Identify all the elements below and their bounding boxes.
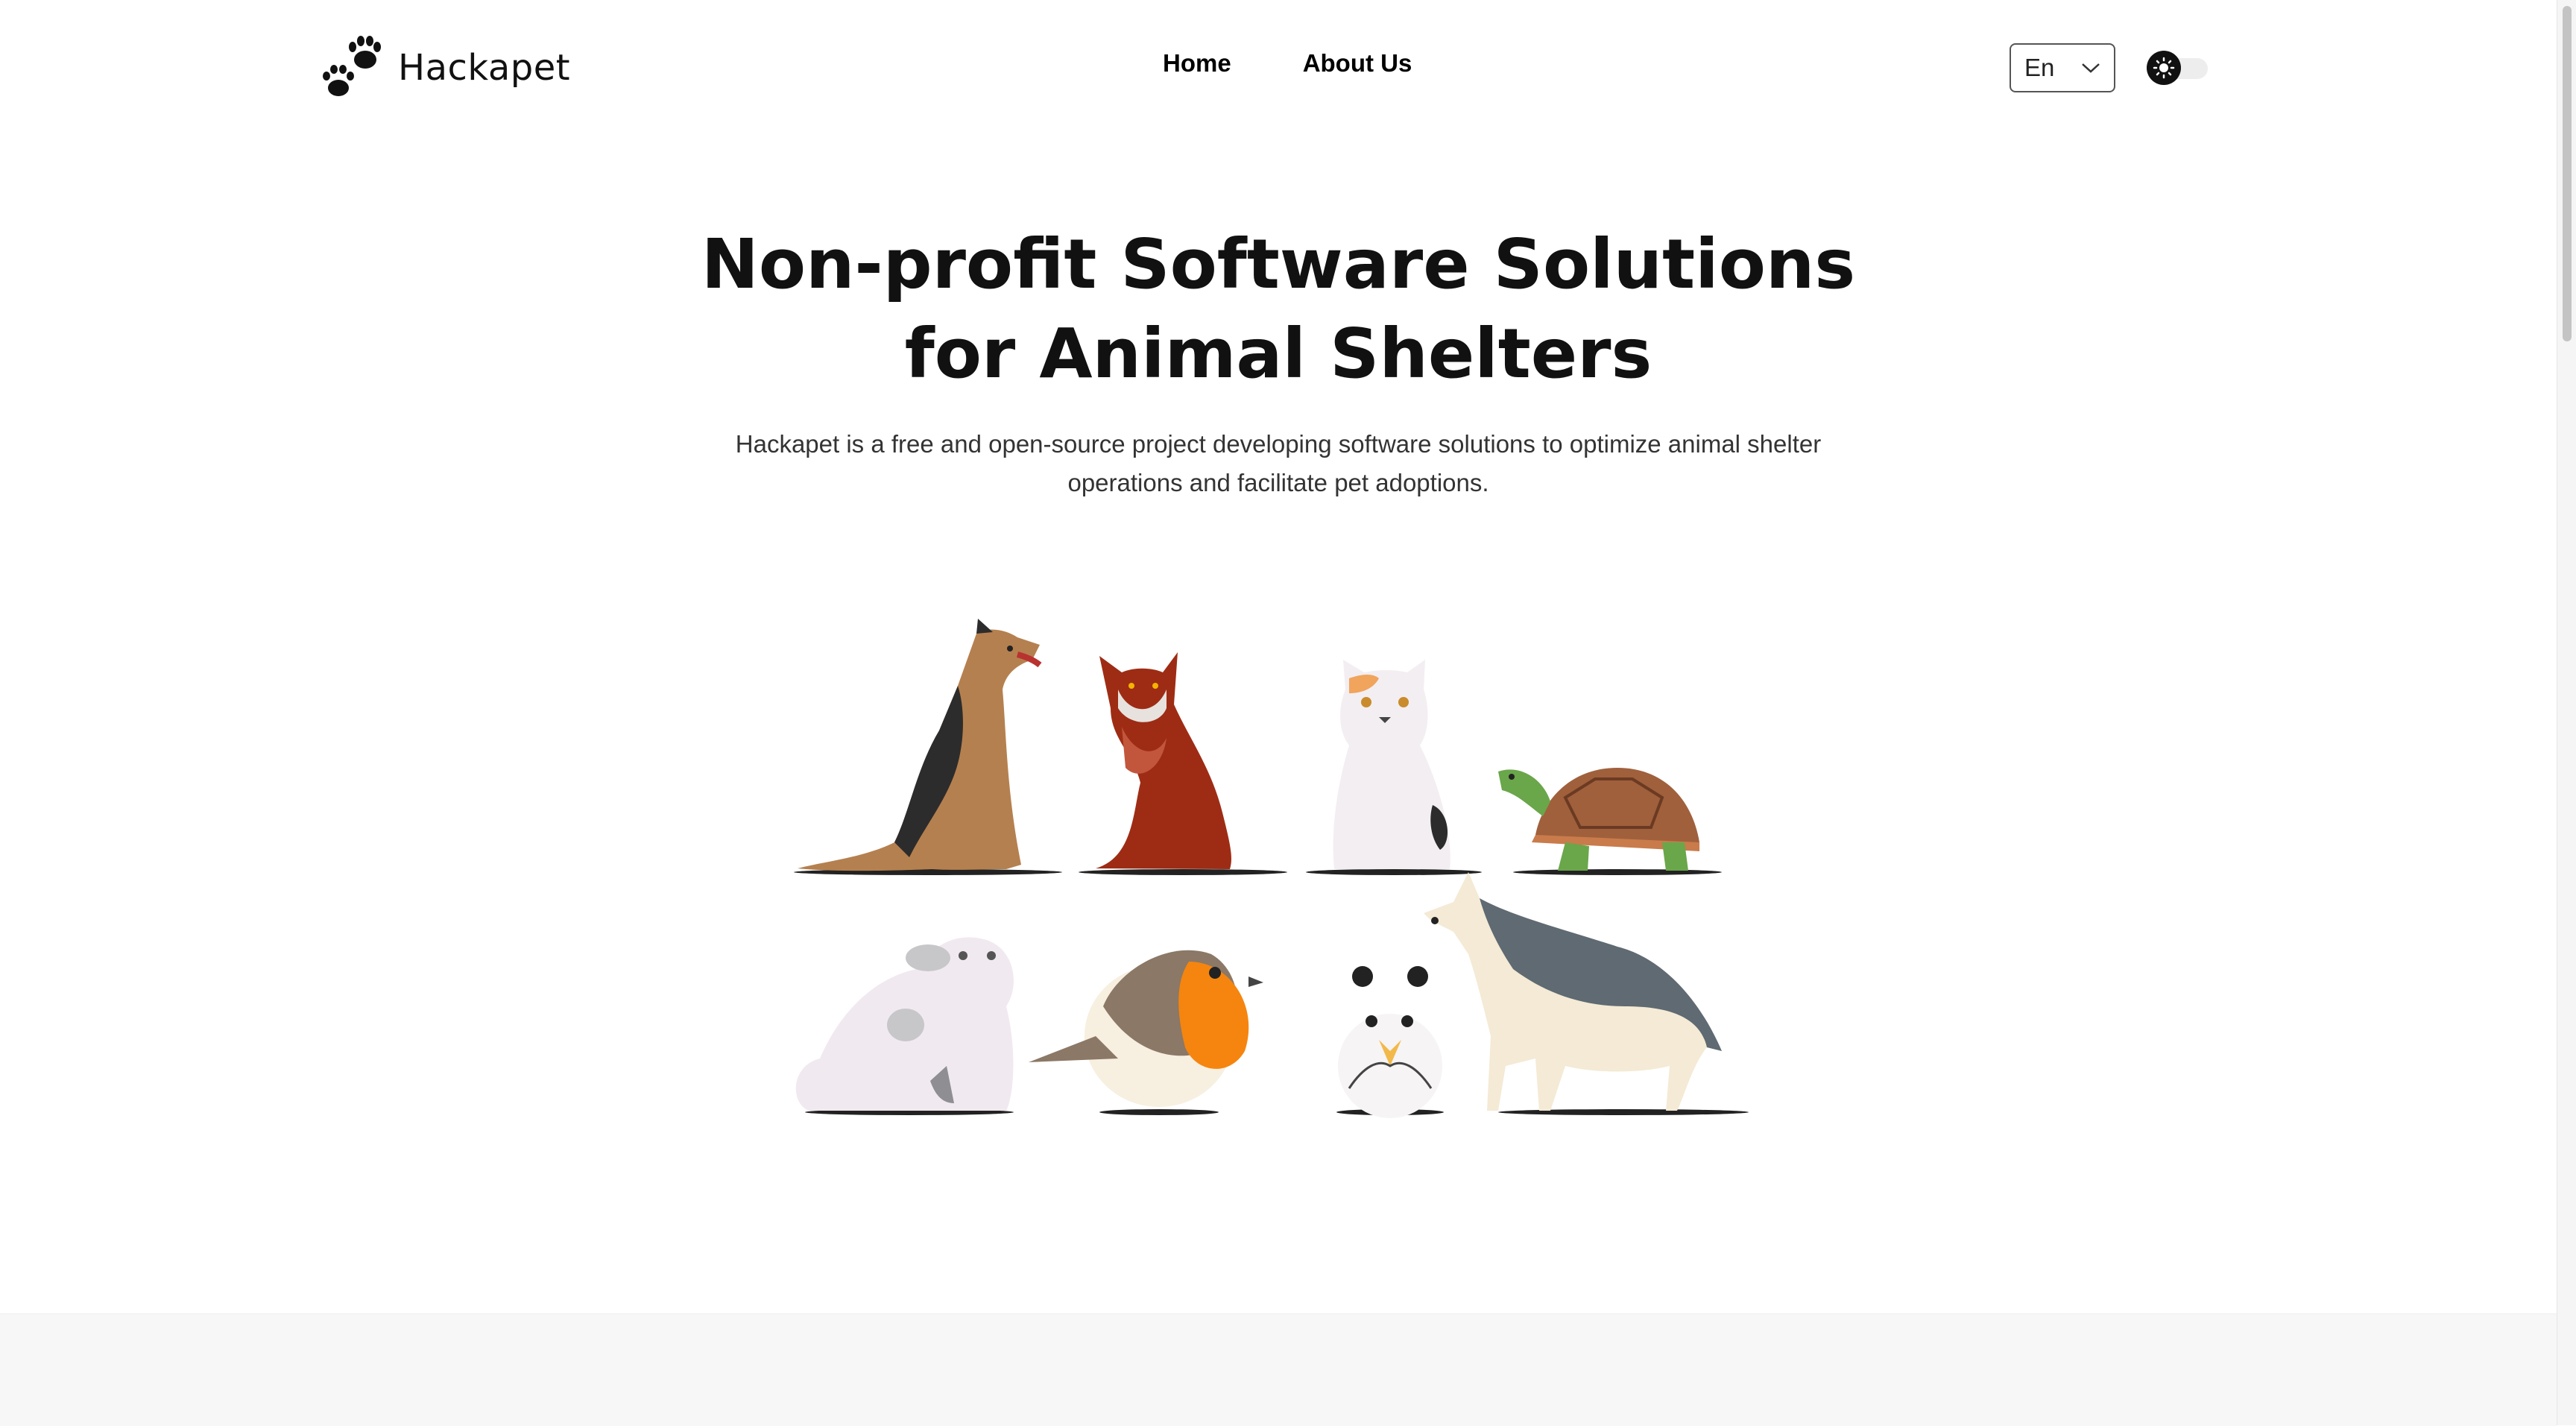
language-select[interactable]: En xyxy=(2010,43,2115,92)
language-value: En xyxy=(2024,54,2055,81)
main-nav: Home About Us xyxy=(1163,49,1412,78)
hero-title: Non-profit Software Solutions for Animal… xyxy=(701,224,1856,394)
nav-home[interactable]: Home xyxy=(1163,49,1231,78)
logo-text: Hackapet xyxy=(398,47,571,89)
chevron-down-icon xyxy=(2082,63,2100,73)
hamster xyxy=(1338,966,1442,1118)
logo[interactable]: Hackapet xyxy=(319,36,570,100)
next-section-band xyxy=(0,1313,2557,1426)
german-shepherd xyxy=(798,619,1042,871)
turtle xyxy=(1498,768,1699,871)
husky xyxy=(1424,872,1722,1111)
robin-bird xyxy=(1029,950,1263,1107)
white-cat xyxy=(1333,660,1450,869)
hero-subtitle: Hackapet is a free and open-source proje… xyxy=(735,430,1822,496)
animals-illustration xyxy=(794,619,1749,1118)
sun-icon xyxy=(2147,51,2181,85)
scrollbar-thumb[interactable] xyxy=(2563,6,2572,341)
theme-toggle[interactable] xyxy=(2147,51,2208,85)
red-cat xyxy=(1096,652,1231,869)
persian-cat xyxy=(795,937,1014,1111)
site-header: Hackapet Home About Us En xyxy=(0,0,2557,134)
nav-about-us[interactable]: About Us xyxy=(1303,49,1412,78)
page-scrollbar[interactable] xyxy=(2557,0,2576,1425)
paw-icon xyxy=(323,36,381,96)
